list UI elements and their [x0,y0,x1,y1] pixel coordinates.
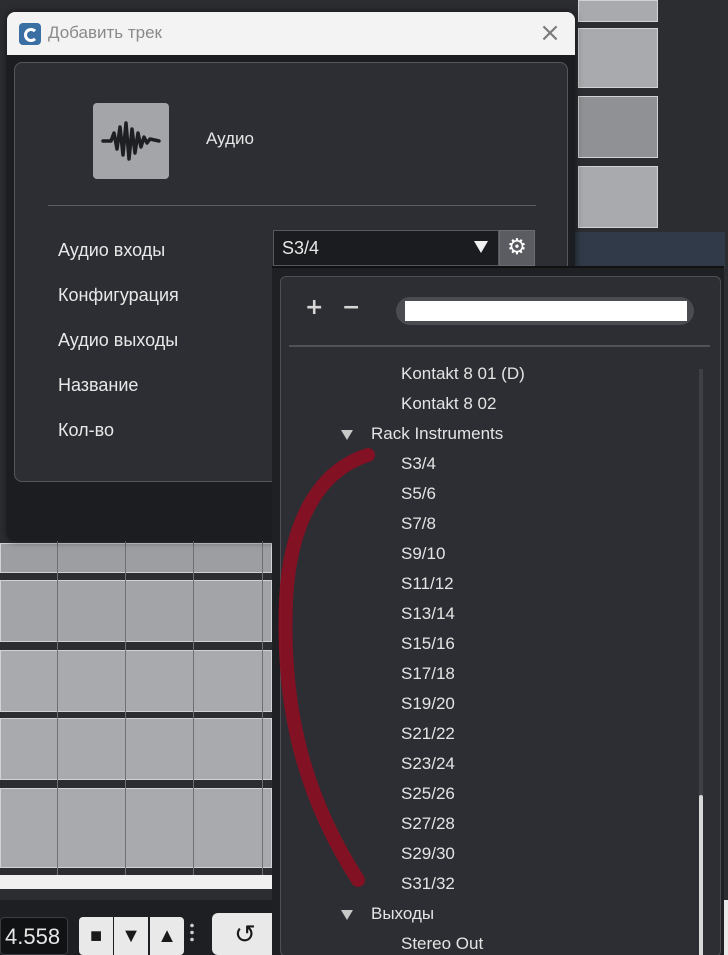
list-item-label: S17/18 [401,664,455,683]
close-icon: × [539,18,561,48]
list-item-label: S21/22 [401,724,455,743]
scrollbar-thumb[interactable] [699,795,703,955]
list-item-label: S29/30 [401,844,455,863]
settings-button[interactable]: ⚙ [499,230,535,266]
divider [48,205,536,206]
close-button[interactable]: × [537,20,563,46]
list-item[interactable]: S25/26 [281,779,701,809]
audio-clip[interactable] [578,166,658,228]
list-item-label: S25/26 [401,784,455,803]
list-item-label: S11/12 [401,574,454,593]
configuration-label: Конфигурация [58,285,179,305]
audio-outputs-label: Аудио выходы [58,330,179,350]
list-item[interactable]: S5/6 [281,479,701,509]
list-item-label: S19/20 [401,694,455,713]
position-display[interactable]: 4.558 [0,917,68,955]
list-item-label: Выходы [371,904,435,923]
list-item-label: S9/10 [401,544,446,563]
folder-item[interactable]: Rack Instruments [281,419,701,449]
audio-inputs-label: Аудио входы [58,240,166,260]
name-label: Название [58,375,139,395]
list-item[interactable]: S17/18 [281,659,701,689]
arrow-up-icon: ▲ [157,925,177,947]
list-item[interactable]: S29/30 [281,839,701,869]
chevron-down-icon [474,241,488,253]
divider [289,345,710,347]
minus-icon: − [342,295,361,320]
filter-input[interactable] [405,301,687,321]
list-item[interactable]: S31/32 [281,869,701,899]
marker-up-button[interactable]: ▲ [150,917,184,955]
list-item-label: S13/14 [401,604,455,623]
drag-handle-icon[interactable] [190,922,194,944]
list-item[interactable]: S7/8 [281,509,701,539]
grid-line [262,540,263,875]
audio-clip[interactable] [578,96,658,158]
waveform-glyph [101,121,161,161]
filter-field[interactable] [396,297,694,325]
cycle-button[interactable]: ↺ [212,913,278,955]
audio-inputs-select[interactable]: S3/4 [273,230,499,266]
list-item[interactable]: S21/22 [281,719,701,749]
expand-triangle-icon[interactable] [341,910,353,920]
arrow-down-icon: ▼ [121,925,141,947]
list-item[interactable]: S23/24 [281,749,701,779]
plus-icon: + [305,295,324,320]
track-type-label: Аудио [206,129,254,148]
dialog-titlebar[interactable]: Добавить трек × [7,12,575,55]
folder-item[interactable]: Выходы [281,899,701,929]
list-item-label: S5/6 [401,484,436,503]
list-item[interactable]: S9/10 [281,539,701,569]
horizontal-scrollbar[interactable] [0,875,280,889]
track-lane [575,232,725,268]
midi-clip[interactable] [0,788,272,868]
list-item-label: S3/4 [401,454,436,473]
midi-clip[interactable] [0,650,272,712]
lock-button[interactable]: ■ [79,917,113,955]
audio-clip[interactable] [578,28,658,88]
list-item-label: Rack Instruments [371,424,504,443]
midi-clip[interactable] [0,543,272,573]
list-item[interactable]: S27/28 [281,809,701,839]
list-item[interactable]: S13/14 [281,599,701,629]
lock-icon: ■ [89,925,103,947]
audio-inputs-value: S3/4 [282,238,320,258]
list-item-label: S23/24 [401,754,455,773]
add-button[interactable]: + [305,295,323,320]
list-item-label: S31/32 [401,874,455,893]
gear-icon: ⚙ [507,235,527,260]
list-item-label: S7/8 [401,514,436,533]
list-item[interactable]: Kontakt 8 01 (D) [281,359,701,389]
list-item-label: Stereo Out [401,934,484,953]
audio-clip[interactable] [578,0,658,22]
count-label: Кол-во [58,420,114,440]
grid-line [125,540,126,875]
port-list: Kontakt 8 01 (D) Kontakt 8 02 Rack Instrum… [281,359,701,955]
cubase-logo-icon [19,23,41,45]
midi-clip[interactable] [0,580,272,642]
list-item-label: S27/28 [401,814,455,833]
list-item-label: S15/16 [401,634,455,653]
remove-button[interactable]: − [342,295,360,320]
list-item[interactable]: Stereo Out [281,929,701,955]
list-item[interactable]: Kontakt 8 02 [281,389,701,419]
inputs-dropdown: + − Kontakt 8 01 (D) Kontakt 8 02 Rack Ins… [272,266,724,955]
dropdown-panel: + − Kontakt 8 01 (D) Kontakt 8 02 Rack Ins… [280,276,721,955]
list-item[interactable]: S11/12 [281,569,701,599]
dialog-title: Добавить трек [48,23,162,42]
list-item-label: Kontakt 8 02 [401,394,497,413]
grid-line [193,540,194,875]
marker-down-button[interactable]: ▼ [114,917,148,955]
expand-triangle-icon[interactable] [341,430,353,440]
list-item-label: Kontakt 8 01 (D) [401,364,525,383]
audio-waveform-icon[interactable] [93,103,169,179]
list-item[interactable]: S19/20 [281,689,701,719]
list-item[interactable]: S15/16 [281,629,701,659]
grid-line [57,540,58,875]
list-item[interactable]: S3/4 [281,449,701,479]
midi-clip[interactable] [0,718,272,780]
cycle-icon: ↺ [234,919,256,949]
